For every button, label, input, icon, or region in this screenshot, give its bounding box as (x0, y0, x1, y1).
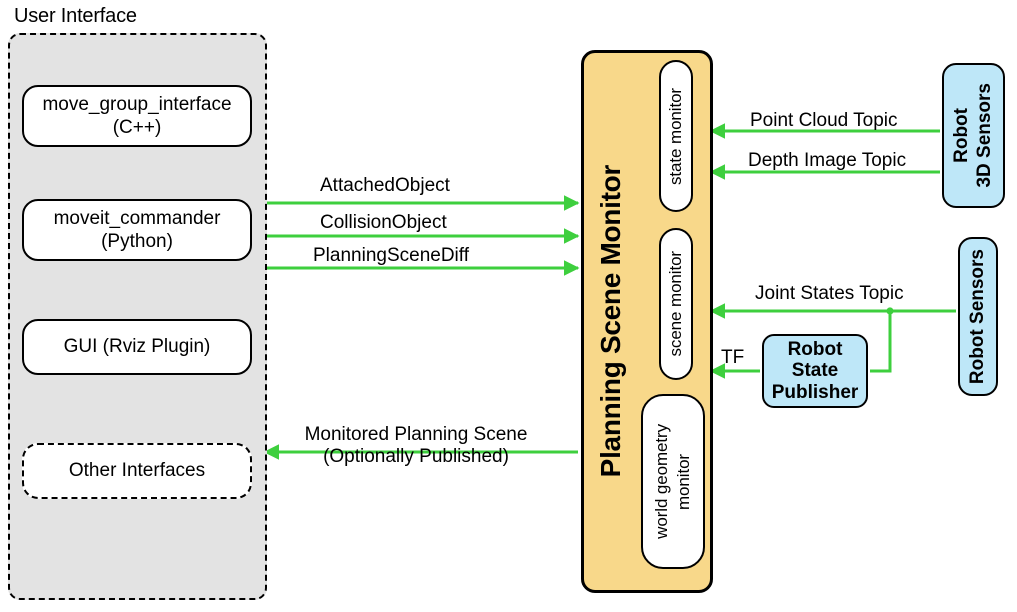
node-move-group-interface[interactable]: move_group_interface (C++) (22, 85, 252, 147)
node-gui-rviz-plugin-label: GUI (Rviz Plugin) (63, 336, 211, 358)
edge-label-joint-states-topic: Joint States Topic (755, 283, 904, 304)
node-world-geometry-monitor-line2: monitor (674, 453, 693, 510)
node-state-monitor-label: state monitor (666, 87, 685, 185)
edge-label-monitored-planning-scene: Monitored Planning Scene (Optionally Pub… (285, 424, 547, 468)
edge-label-tf: TF (721, 347, 745, 368)
diagram-canvas: User Interface move_group_interface (C++… (0, 0, 1017, 612)
edge-label-planning-scene-diff: PlanningSceneDiff (313, 245, 469, 266)
node-world-geometry-monitor-line1: world geometry (652, 424, 671, 539)
edge-label-monitored-planning-scene-line2: (Optionally Published) (323, 446, 509, 468)
node-moveit-commander-line1: moveit_commander (53, 207, 221, 229)
edge-label-collision-object: CollisionObject (320, 212, 447, 233)
node-scene-monitor[interactable]: scene monitor (659, 228, 693, 380)
edge-label-attached-object: AttachedObject (320, 175, 450, 196)
wire-joint-states-branch (870, 311, 892, 373)
node-robot-sensors[interactable]: Robot Sensors (958, 237, 998, 396)
junction-dot-joint-states (886, 307, 894, 315)
node-robot-3d-sensors-line1: Robot (951, 108, 972, 163)
node-move-group-interface-line2: (C++) (112, 117, 162, 138)
node-robot-state-publisher[interactable]: Robot State Publisher (762, 334, 868, 408)
node-scene-monitor-label: scene monitor (666, 251, 685, 357)
edge-label-point-cloud-topic: Point Cloud Topic (750, 110, 898, 131)
node-other-interfaces-label: Other Interfaces (68, 460, 206, 482)
node-robot-3d-sensors[interactable]: Robot 3D Sensors (942, 63, 1005, 208)
node-robot-sensors-label: Robot Sensors (967, 248, 988, 385)
node-gui-rviz-plugin[interactable]: GUI (Rviz Plugin) (22, 319, 252, 375)
node-robot-3d-sensors-line2: 3D Sensors (974, 83, 995, 188)
node-robot-state-publisher-line1: Robot (787, 338, 843, 360)
node-robot-state-publisher-line3: Publisher (771, 381, 859, 403)
node-state-monitor[interactable]: state monitor (659, 60, 693, 212)
user-interface-group-label: User Interface (14, 5, 137, 27)
node-world-geometry-monitor[interactable]: world geometry monitor (641, 394, 705, 569)
edge-label-depth-image-topic: Depth Image Topic (748, 150, 907, 171)
edge-label-monitored-planning-scene-line1: Monitored Planning Scene (304, 424, 528, 445)
node-moveit-commander-line2: (Python) (101, 231, 173, 252)
node-robot-state-publisher-line2: State (791, 360, 839, 382)
node-move-group-interface-line1: move_group_interface (42, 93, 232, 115)
node-moveit-commander[interactable]: moveit_commander (Python) (22, 199, 252, 261)
node-other-interfaces[interactable]: Other Interfaces (22, 443, 252, 499)
